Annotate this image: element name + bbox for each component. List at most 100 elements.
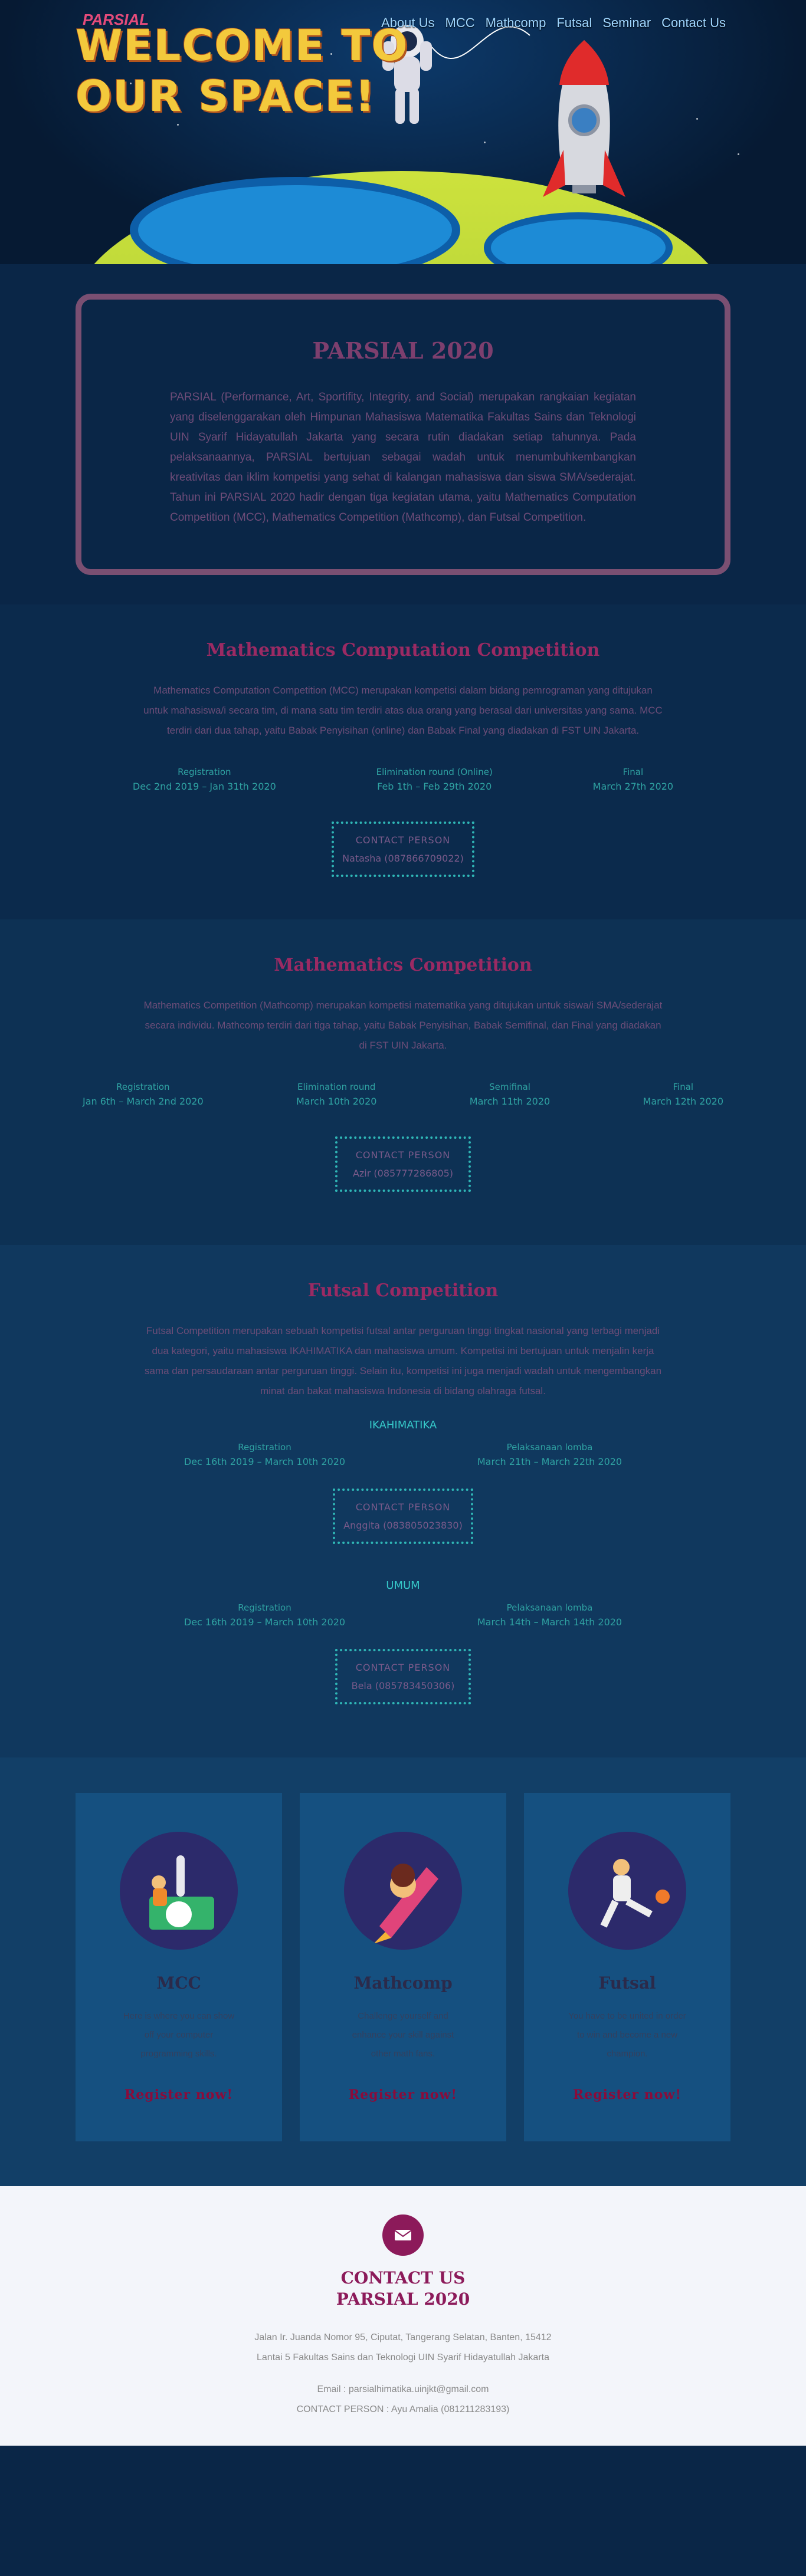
mathcomp-stage: Registration Jan 6th – March 2nd 2020: [83, 1082, 204, 1107]
stage-date: March 27th 2020: [592, 781, 674, 792]
about-section: PARSIAL 2020 PARSIAL (Performance, Art, …: [0, 264, 806, 604]
mathcomp-stage: Semifinal March 11th 2020: [470, 1082, 550, 1107]
stage-date: March 21th – March 22th 2020: [477, 1456, 622, 1467]
nav-about-us[interactable]: About Us: [381, 15, 435, 31]
stage-label: Elimination round: [297, 1082, 376, 1092]
nav-mcc[interactable]: MCC: [445, 15, 475, 31]
mcc-contact-box: CONTACT PERSON Natasha (087866709022): [332, 822, 474, 877]
about-text: PARSIAL (Performance, Art, Sportifity, I…: [170, 391, 636, 524]
mcc-description: Mathematics Computation Competition (MCC…: [143, 685, 663, 736]
mcc-stage: Final March 27th 2020: [593, 767, 673, 792]
card-text: You have to be united in order to win an…: [568, 2011, 686, 2059]
futsal-contact-box: CONTACT PERSON Bela (085783450306): [335, 1649, 471, 1704]
contact-name: Anggita (083805023830): [343, 1520, 463, 1531]
futsal-stage: Registration Dec 16th 2019 – March 10th …: [184, 1602, 345, 1628]
hero-line-1: WELCOME TO: [76, 21, 409, 70]
futsal-stage: Registration Dec 16th 2019 – March 10th …: [184, 1442, 345, 1467]
stage-label: Registration: [116, 1082, 170, 1092]
futsal-description: Futsal Competition merupakan sebuah komp…: [144, 1325, 662, 1397]
rocket-illustration: [543, 40, 625, 197]
contact-footer: CONTACT US PARSIAL 2020 Jalan Ir. Juanda…: [0, 2186, 806, 2446]
futsal-illustration: [568, 1832, 686, 1950]
card-title: Mathcomp: [353, 1973, 453, 1993]
futsal-title: Futsal Competition: [307, 1280, 499, 1301]
stage-label: Elimination round (Online): [376, 767, 493, 777]
stage-date: March 14th – March 14th 2020: [477, 1616, 622, 1628]
contact-name: Natasha (087866709022): [342, 853, 464, 864]
mcc-illustration: [120, 1832, 238, 1950]
mathcomp-stage: Elimination round March 10th 2020: [296, 1082, 376, 1107]
register-mcc-button[interactable]: Register now!: [124, 2087, 233, 2102]
stage-label: Pelaksanaan lomba: [506, 1602, 593, 1613]
hero-section: PARSIAL WELCOME TO OUR SPACE! About Us M…: [0, 0, 806, 264]
stage-label: Final: [622, 767, 644, 777]
about-box: PARSIAL 2020 PARSIAL (Performance, Art, …: [76, 294, 730, 575]
star: [484, 142, 486, 143]
futsal-category-title: UMUM: [386, 1579, 420, 1592]
stage-date: Dec 16th 2019 – March 10th 2020: [184, 1616, 346, 1628]
mathcomp-stage: Final March 12th 2020: [643, 1082, 723, 1107]
register-cards: MCC Here is where you can show off your …: [0, 1757, 806, 2186]
nav-seminar[interactable]: Seminar: [602, 15, 651, 31]
contact-name: Azir (085777286805): [352, 1168, 454, 1179]
stage-label: Pelaksanaan lomba: [506, 1442, 593, 1453]
stage-date: March 11th 2020: [469, 1096, 551, 1107]
stage-label: Semifinal: [489, 1082, 530, 1092]
stage-label: Registration: [238, 1442, 291, 1453]
mcc-timeline: Registration Dec 2nd 2019 – Jan 31th 202…: [83, 767, 723, 792]
footer-address: Jalan Ir. Juanda Nomor 95, Ciputat, Tang…: [238, 2328, 568, 2420]
contact-label: CONTACT PERSON: [355, 1662, 451, 1673]
stage-date: Dec 2nd 2019 – Jan 31th 2020: [132, 781, 276, 792]
mathcomp-timeline: Registration Jan 6th – March 2nd 2020 El…: [83, 1082, 723, 1107]
mcc-stage: Registration Dec 2nd 2019 – Jan 31th 202…: [133, 767, 276, 792]
main-nav: About Us MCC Mathcomp Futsal Seminar Con…: [381, 15, 726, 31]
futsal-category-title: IKAHIMATIKA: [369, 1419, 437, 1431]
card-title: MCC: [156, 1973, 201, 1993]
footer-title-line-1: CONTACT US: [340, 2268, 466, 2288]
contact-label: CONTACT PERSON: [355, 1501, 451, 1513]
star: [738, 153, 739, 155]
stage-label: Final: [673, 1082, 694, 1092]
futsal-stage: Pelaksanaan lomba March 14th – March 14t…: [477, 1602, 622, 1628]
stage-date: Jan 6th – March 2nd 2020: [83, 1096, 204, 1107]
futsal-stage: Pelaksanaan lomba March 21th – March 22t…: [477, 1442, 622, 1467]
futsal-contact-box: CONTACT PERSON Anggita (083805023830): [333, 1489, 473, 1544]
card-mathcomp: Mathcomp Challenge yourself and enhance …: [300, 1793, 506, 2141]
mathcomp-illustration: [344, 1832, 462, 1950]
mathcomp-section: Mathematics Competition Mathematics Comp…: [0, 919, 806, 1245]
contact-name: Bela (085783450306): [351, 1680, 455, 1691]
mcc-section: Mathematics Computation Competition Math…: [0, 604, 806, 919]
mail-icon: [382, 2214, 424, 2256]
card-text: Challenge yourself and enhance your skil…: [352, 2011, 454, 2059]
nav-contact-us[interactable]: Contact Us: [661, 15, 726, 31]
stage-label: Registration: [238, 1602, 291, 1613]
star: [696, 118, 698, 120]
card-mcc: MCC Here is where you can show off your …: [76, 1793, 282, 2141]
footer-email: Email : parsialhimatika.uinjkt@gmail.com: [317, 2384, 489, 2394]
card-futsal: Futsal You have to be united in order to…: [524, 1793, 730, 2141]
nav-mathcomp[interactable]: Mathcomp: [486, 15, 546, 31]
contact-label: CONTACT PERSON: [355, 1149, 451, 1161]
address-line-2: Lantai 5 Fakultas Sains dan Teknologi UI…: [257, 2352, 549, 2363]
stage-label: Registration: [178, 767, 231, 777]
address-line-1: Jalan Ir. Juanda Nomor 95, Ciputat, Tang…: [254, 2332, 552, 2342]
card-text: Here is where you can show off your comp…: [123, 2011, 235, 2059]
contact-label: CONTACT PERSON: [355, 834, 451, 846]
mathcomp-contact-box: CONTACT PERSON Azir (085777286805): [335, 1136, 471, 1192]
futsal-section: Futsal Competition Futsal Competition me…: [0, 1245, 806, 1757]
register-mathcomp-button[interactable]: Register now!: [349, 2087, 457, 2102]
star: [177, 124, 179, 126]
register-futsal-button[interactable]: Register now!: [573, 2087, 682, 2102]
stage-date: Feb 1th – Feb 29th 2020: [377, 781, 492, 792]
footer-contact-person: CONTACT PERSON : Ayu Amalia (08121128319…: [296, 2404, 510, 2414]
footer-title-line-2: PARSIAL 2020: [336, 2289, 470, 2309]
mcc-stage: Elimination round (Online) Feb 1th – Feb…: [376, 767, 493, 792]
about-title: PARSIAL 2020: [312, 337, 494, 364]
mathcomp-description: Mathematics Competition (Mathcomp) merup…: [143, 1000, 663, 1051]
stage-date: Dec 16th 2019 – March 10th 2020: [184, 1456, 346, 1467]
nav-futsal[interactable]: Futsal: [556, 15, 592, 31]
futsal-timeline: Registration Dec 16th 2019 – March 10th …: [83, 1442, 723, 1467]
stage-date: March 10th 2020: [296, 1096, 377, 1107]
footer-title: CONTACT US PARSIAL 2020: [0, 2268, 806, 2310]
hero-headline: WELCOME TO OUR SPACE!: [76, 20, 409, 121]
